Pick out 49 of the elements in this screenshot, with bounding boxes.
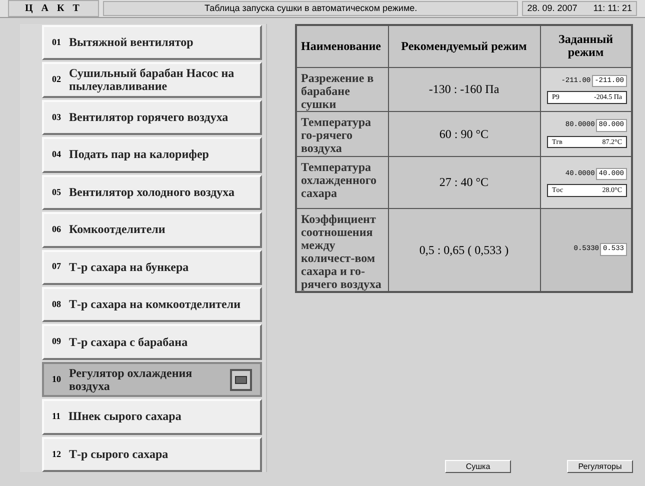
item-label: Т-р сырого сахара <box>69 448 170 461</box>
date-text: 28. 09. 2007 <box>527 2 578 15</box>
table-cell: Разрежение в барабане сушки <box>296 67 388 111</box>
item-number: 10 <box>52 372 61 386</box>
menu-item[interactable]: 12 Т-р сырого сахара <box>42 436 262 472</box>
item-label: Подать пар на калорифер <box>69 148 210 162</box>
menu-item[interactable]: 11 Шнек сырого сахара <box>42 399 262 435</box>
item-label: Регулятор охлаждения воздуха <box>69 366 194 392</box>
item-number: 07 <box>52 260 61 274</box>
item-number: 08 <box>52 298 61 311</box>
item-label: Т-р сахара на бункера <box>69 260 190 274</box>
menu-item[interactable]: 05 Вентилятор холодного воздуха <box>42 174 262 210</box>
menu-item[interactable]: 08 Т-р сахара на комкоотделители <box>42 286 262 322</box>
table-cell: 60 : 90 °C <box>388 111 540 156</box>
item-label: Шнек сырого сахара <box>68 410 182 424</box>
menu-item[interactable]: 06 Комкоотделители <box>42 212 262 248</box>
table-cell: Температура го-рячего воздуха <box>296 111 388 156</box>
item-number: 03 <box>52 110 61 124</box>
column-header: Наименование <box>296 25 388 67</box>
item-label: Вентилятор холодного воздуха <box>69 186 236 199</box>
item-label: Т-р сахара с барабана <box>69 336 189 349</box>
menu-item[interactable]: 09 Т-р сахара с барабана <box>42 324 262 360</box>
item-number: 12 <box>52 448 61 461</box>
menu-item[interactable]: 07 Т-р сахара на бункера <box>42 250 262 285</box>
item-label: Т-р сахара на комкоотделители <box>69 298 242 312</box>
table-cell: 27 : 40 °C <box>388 156 540 208</box>
table-cell: -130 : -160 Па <box>388 67 540 111</box>
item-number: 09 <box>52 335 61 348</box>
item-label: Сушильный барабан Насос на пылеулавливание <box>69 67 236 94</box>
column-header: Рекомендуемый режим <box>388 25 540 67</box>
menu-item[interactable]: 02 Сушильный барабан Насос на пылеулавливание <box>42 62 262 98</box>
table-cell: Температура охлажденного сахара <box>296 156 388 208</box>
menu-item[interactable]: 04 Подать пар на калорифер <box>42 137 262 173</box>
item-number: 04 <box>52 148 61 162</box>
item-number: 05 <box>52 186 61 199</box>
menu-item[interactable]: 01 Вытяжной вентилятор <box>42 25 262 60</box>
nav-button[interactable]: Сушка <box>445 460 511 473</box>
item-number: 02 <box>52 73 61 86</box>
nav-button[interactable]: Регуляторы <box>567 460 633 473</box>
time-text: 11: 11: 21 <box>593 2 632 15</box>
item-label: Комкоотделители <box>69 223 166 236</box>
item-label: Вытяжной вентилятор <box>69 36 194 50</box>
window-title: Таблица запуска сушки в автоматическом режиме. <box>103 0 518 16</box>
item-label: Вентилятор горячего воздуха <box>69 111 230 124</box>
item-number: 06 <box>52 223 61 236</box>
item-number: 01 <box>52 36 61 49</box>
menu-item[interactable]: 03 Вентилятор горячего воздуха <box>42 100 262 136</box>
item-number: 11 <box>52 410 61 424</box>
app-logo: Ц А К Т <box>8 0 100 17</box>
